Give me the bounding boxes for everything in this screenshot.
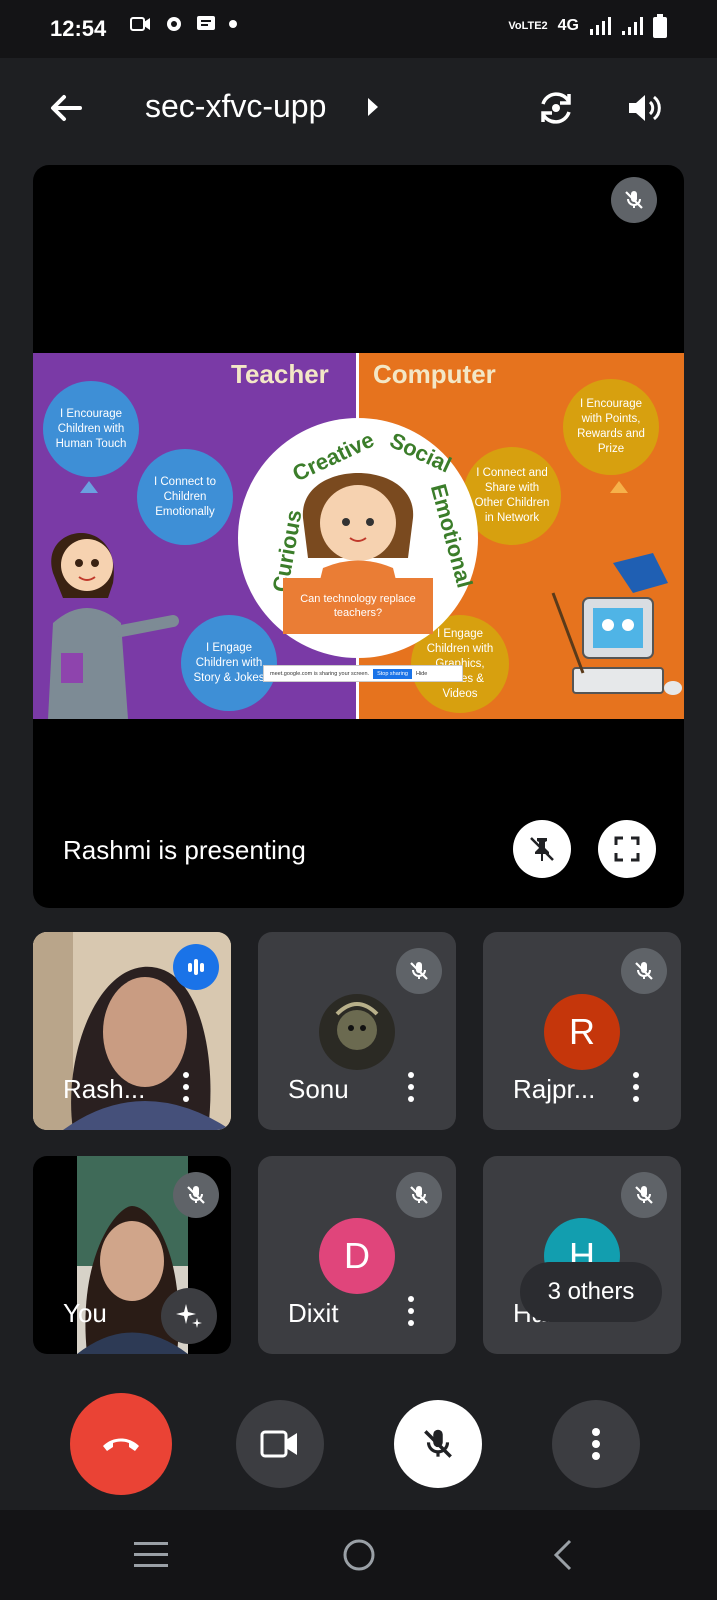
video-call-icon [130,17,150,31]
mic-off-icon [635,962,653,980]
slide-bubble-computer-1: I Encourage with Points, Rewards and Pri… [563,379,659,475]
muted-badge [396,1172,442,1218]
back-icon[interactable] [552,1538,574,1572]
slide-heading-computer: Computer [373,359,496,389]
screen-share-bar: meet.google.com is sharing your screen. … [263,665,463,682]
shared-slide: Teacher Computer I Encourage Children wi… [33,353,684,719]
participant-tile-dixit[interactable]: D Dixit [258,1156,456,1354]
participant-name: Sonu [288,1074,349,1104]
message-icon [197,16,215,30]
avatar: D [319,1218,395,1294]
meeting-code[interactable]: sec-xfvc-upp [145,88,326,125]
unpin-icon [530,837,554,861]
network-type: 4G [557,17,579,34]
end-call-icon [103,1438,139,1451]
fullscreen-button[interactable] [598,820,656,878]
presentation-muted-badge [611,177,657,223]
presentation-tile[interactable]: Teacher Computer I Encourage Children wi… [33,165,684,908]
participant-tile-rashmi[interactable]: Rash... [33,932,231,1130]
microphone-button[interactable] [394,1400,482,1488]
participant-tile-rajpr[interactable]: R Rajpr... [483,932,681,1130]
avatar [319,994,395,1070]
mic-off-icon [410,1186,428,1204]
slide-arrow-icon [80,481,98,493]
effects-button[interactable] [161,1288,217,1344]
signal-icon [590,17,611,35]
settings-icon [167,17,181,31]
muted-badge [396,948,442,994]
speaker-icon[interactable] [624,88,664,128]
others-pill[interactable]: 3 others [520,1262,662,1322]
battery-icon [653,14,667,38]
participant-options-icon[interactable] [181,1072,191,1106]
muted-badge [621,948,667,994]
more-vert-icon [592,1428,600,1460]
fullscreen-icon [614,836,640,862]
avatar: R [544,994,620,1070]
mic-off-icon [187,1186,205,1204]
end-call-button[interactable] [70,1393,172,1495]
speaking-indicator [173,944,219,990]
share-bar-text: meet.google.com is sharing your screen. [270,670,370,677]
mic-off-icon [625,191,643,209]
participant-options-icon[interactable] [406,1296,416,1330]
slide-question-box: Can technology replace teachers? [283,578,433,634]
signal-icon-2 [622,17,643,35]
status-right-icons: VoLTE2 4G [508,14,667,38]
back-arrow-icon[interactable] [46,88,86,128]
share-stop-button: Stop sharing [373,668,412,679]
slide-arrow-icon [610,481,628,493]
participant-tile-you[interactable]: You [33,1156,231,1354]
mic-off-icon [635,1186,653,1204]
teacher-illustration [48,533,179,719]
sparkle-icon [176,1304,202,1328]
switch-camera-icon[interactable] [536,88,576,128]
share-hide-button: Hide [415,670,428,677]
dot-icon [229,20,237,28]
participant-tile-sonu[interactable]: Sonu [258,932,456,1130]
camera-button[interactable] [236,1400,324,1488]
system-nav-bar [0,1510,717,1600]
more-options-button[interactable] [552,1400,640,1488]
presenting-label: Rashmi is presenting [63,835,306,865]
participant-name: Rajpr... [513,1074,596,1104]
slide-heading-teacher: Teacher [231,359,329,389]
meeting-top-bar: sec-xfvc-upp [0,58,717,163]
status-time: 12:54 [50,16,107,41]
audio-level-icon [188,959,204,975]
computer-illustration [551,553,682,695]
participant-options-icon[interactable] [631,1072,641,1106]
recent-apps-icon[interactable] [134,1540,168,1570]
slide-bubble-teacher-1: I Encourage Children with Human Touch [43,381,139,477]
meeting-details-caret-icon[interactable] [368,98,378,116]
participant-name: Dixit [288,1298,339,1328]
home-icon[interactable] [342,1538,376,1572]
muted-badge [173,1172,219,1218]
participant-name: Rash... [63,1074,146,1104]
muted-badge [621,1172,667,1218]
participant-options-icon[interactable] [406,1072,416,1106]
status-notification-icons [130,14,238,34]
participant-tile-har[interactable]: H Har... [483,1156,681,1354]
mic-off-icon [410,962,428,980]
participant-name: You [63,1298,107,1328]
volte-label: VoLTE2 [508,20,548,32]
unpin-button[interactable] [513,820,571,878]
mic-off-icon [424,1429,452,1458]
status-bar: 12:54 VoLTE2 4G [0,0,717,58]
video-camera-icon [260,1430,297,1458]
